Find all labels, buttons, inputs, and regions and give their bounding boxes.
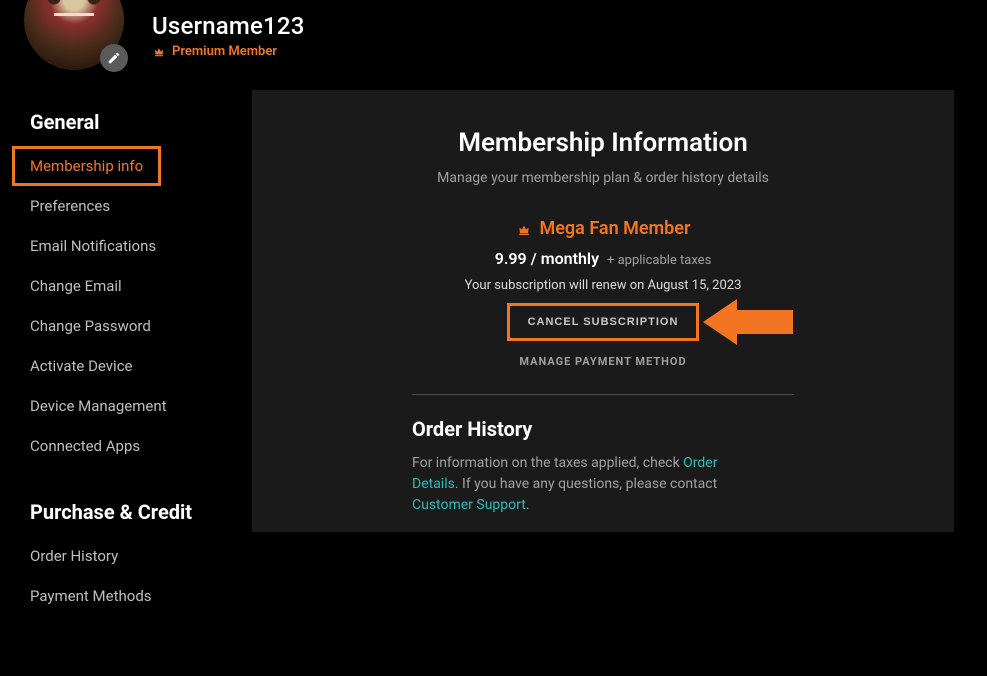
crown-icon bbox=[152, 44, 166, 58]
sidebar: General Membership info Preferences Emai… bbox=[0, 90, 240, 616]
member-tier: Mega Fan Member bbox=[292, 218, 914, 239]
panel-subtitle: Manage your membership plan & order hist… bbox=[292, 170, 914, 186]
username: Username123 bbox=[152, 12, 305, 40]
sidebar-item-change-password[interactable]: Change Password bbox=[12, 306, 240, 346]
order-history-title: Order History bbox=[412, 417, 914, 441]
cancel-subscription-button[interactable]: CANCEL SUBSCRIPTION bbox=[507, 303, 700, 341]
profile-header: Username123 Premium Member bbox=[0, 0, 987, 90]
pencil-icon bbox=[107, 51, 121, 65]
renewal-text: Your subscription will renew on August 1… bbox=[292, 278, 914, 293]
tax-note: + applicable taxes bbox=[607, 253, 711, 268]
sidebar-item-activate-device[interactable]: Activate Device bbox=[12, 346, 240, 386]
order-history-text: For information on the taxes applied, ch… bbox=[412, 453, 754, 516]
annotation-arrow bbox=[703, 299, 793, 345]
order-text-post: . bbox=[526, 497, 530, 513]
customer-support-link[interactable]: Customer Support bbox=[412, 497, 526, 513]
avatar-wrap bbox=[24, 0, 124, 70]
sidebar-item-preferences[interactable]: Preferences bbox=[12, 186, 240, 226]
sidebar-item-change-email[interactable]: Change Email bbox=[12, 266, 240, 306]
sidebar-section-general: General bbox=[12, 100, 240, 146]
sidebar-item-payment-methods[interactable]: Payment Methods bbox=[12, 576, 240, 616]
main-panel: Membership Information Manage your membe… bbox=[252, 90, 954, 532]
crown-icon bbox=[516, 221, 532, 237]
arrow-left-icon bbox=[703, 299, 793, 345]
panel-title: Membership Information bbox=[292, 128, 914, 158]
sidebar-item-membership-info[interactable]: Membership info bbox=[12, 146, 161, 186]
premium-label: Premium Member bbox=[172, 44, 277, 59]
sidebar-item-device-management[interactable]: Device Management bbox=[12, 386, 240, 426]
manage-payment-link[interactable]: MANAGE PAYMENT METHOD bbox=[292, 355, 914, 368]
order-text-pre: For information on the taxes applied, ch… bbox=[412, 455, 683, 471]
order-text-mid: . If you have any questions, please cont… bbox=[455, 476, 717, 492]
premium-badge: Premium Member bbox=[152, 44, 305, 59]
price-row: 9.99 / monthly + applicable taxes bbox=[292, 249, 914, 268]
profile-text: Username123 Premium Member bbox=[152, 12, 305, 59]
member-tier-label: Mega Fan Member bbox=[540, 218, 691, 239]
sidebar-section-purchase: Purchase & Credit bbox=[12, 490, 240, 536]
divider bbox=[412, 394, 794, 395]
edit-avatar-button[interactable] bbox=[100, 44, 128, 72]
price: 9.99 / monthly bbox=[495, 249, 599, 268]
sidebar-item-connected-apps[interactable]: Connected Apps bbox=[12, 426, 240, 466]
sidebar-item-email-notifications[interactable]: Email Notifications bbox=[12, 226, 240, 266]
sidebar-item-order-history[interactable]: Order History bbox=[12, 536, 240, 576]
